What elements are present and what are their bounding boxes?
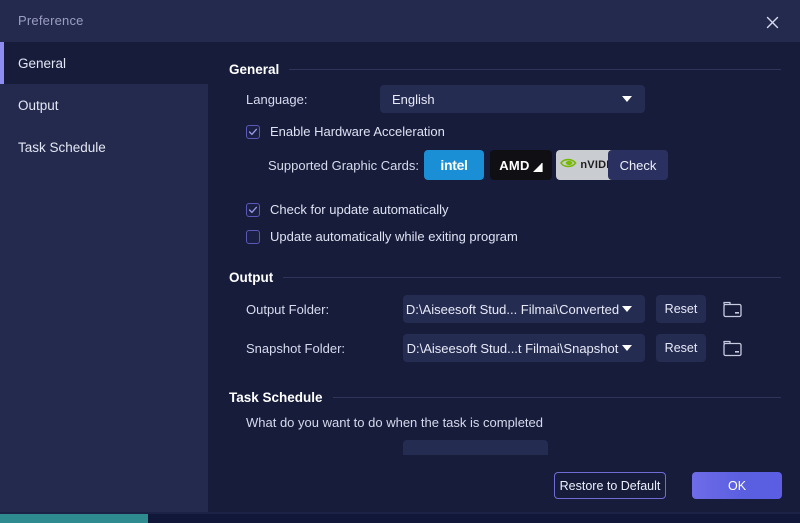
sidebar-item-general[interactable]: General <box>0 42 208 84</box>
graphic-cards-label: Supported Graphic Cards: <box>268 158 420 173</box>
title-bar: Preference <box>0 0 800 42</box>
section-header-general: General <box>229 62 781 77</box>
preference-dialog: Preference General Output Task Schedule … <box>0 0 800 523</box>
check-icon <box>248 128 258 135</box>
sidebar: General Output Task Schedule <box>0 42 208 514</box>
gpu-badge-intel[interactable]: intel <box>424 150 484 180</box>
output-folder-label: Output Folder: <box>246 302 330 317</box>
language-label: Language: <box>246 92 308 107</box>
snapshot-folder-label: Snapshot Folder: <box>246 341 346 356</box>
folder-icon <box>723 301 742 317</box>
output-folder-reset-button[interactable]: Reset <box>656 295 706 323</box>
chevron-down-icon <box>622 345 632 351</box>
sidebar-item-label: Output <box>18 97 59 113</box>
checkbox-box <box>246 202 260 217</box>
snapshot-folder-browse-icon[interactable] <box>720 336 746 360</box>
sidebar-item-label: Task Schedule <box>18 139 106 155</box>
output-folder-select[interactable]: D:\Aiseesoft Stud... Filmai\Converted <box>403 295 645 323</box>
sidebar-item-output[interactable]: Output <box>0 84 208 126</box>
section-rule <box>332 397 781 398</box>
desktop-strip-dark <box>148 514 800 523</box>
amd-arrow-glyph <box>532 162 543 172</box>
window-title: Preference <box>18 13 84 28</box>
sidebar-bottom-filler <box>0 455 208 514</box>
amd-arrow-icon <box>532 161 543 172</box>
check-update-automatically-checkbox[interactable]: Check for update automatically <box>246 202 448 217</box>
settings-content: General Language: English Enable Hardwar… <box>208 42 800 455</box>
checkbox-box <box>246 124 260 139</box>
check-gpu-button[interactable]: Check <box>608 150 668 180</box>
restore-to-default-button[interactable]: Restore to Default <box>554 472 666 499</box>
output-folder-value: D:\Aiseesoft Stud... Filmai\Converted <box>405 301 620 317</box>
task-schedule-prompt: What do you want to do when the task is … <box>246 415 544 430</box>
language-select[interactable]: English <box>380 85 645 113</box>
section-header-task-schedule: Task Schedule <box>229 390 781 405</box>
chevron-down-icon <box>622 306 632 312</box>
close-icon[interactable] <box>760 10 784 34</box>
dialog-footer: Restore to Default OK <box>208 455 800 514</box>
checkbox-label: Enable Hardware Acceleration <box>270 124 445 139</box>
intel-logo-icon: intel <box>440 157 468 173</box>
folder-icon <box>723 340 742 356</box>
section-header-output: Output <box>229 270 781 285</box>
section-title: Output <box>229 270 274 285</box>
sidebar-item-label: General <box>18 55 67 71</box>
checkbox-box <box>246 229 260 244</box>
update-on-exit-checkbox[interactable]: Update automatically while exiting progr… <box>246 229 518 244</box>
desktop-strip-teal <box>0 514 148 523</box>
task-schedule-action-select[interactable] <box>403 440 548 455</box>
language-value: English <box>392 91 435 107</box>
chevron-down-icon <box>622 96 632 102</box>
snapshot-folder-reset-button[interactable]: Reset <box>656 334 706 362</box>
nvidia-eye-glyph <box>560 158 577 168</box>
check-icon <box>248 206 258 213</box>
gpu-badge-amd[interactable]: AMD <box>490 150 552 180</box>
nvidia-eye-icon <box>560 156 577 174</box>
sidebar-item-task-schedule[interactable]: Task Schedule <box>0 126 208 168</box>
output-folder-browse-icon[interactable] <box>720 297 746 321</box>
section-rule <box>289 69 781 70</box>
snapshot-folder-value: D:\Aiseesoft Stud...t Filmai\Snapshot <box>406 340 619 356</box>
ok-button[interactable]: OK <box>692 472 782 499</box>
close-glyph <box>766 16 778 28</box>
snapshot-folder-select[interactable]: D:\Aiseesoft Stud...t Filmai\Snapshot <box>403 334 645 362</box>
enable-hardware-acceleration-checkbox[interactable]: Enable Hardware Acceleration <box>246 124 445 139</box>
checkbox-label: Update automatically while exiting progr… <box>270 229 518 244</box>
amd-logo-icon: AMD <box>499 157 530 173</box>
section-title: Task Schedule <box>229 390 323 405</box>
section-rule <box>283 277 781 278</box>
checkbox-label: Check for update automatically <box>270 202 449 217</box>
section-title: General <box>229 62 280 77</box>
